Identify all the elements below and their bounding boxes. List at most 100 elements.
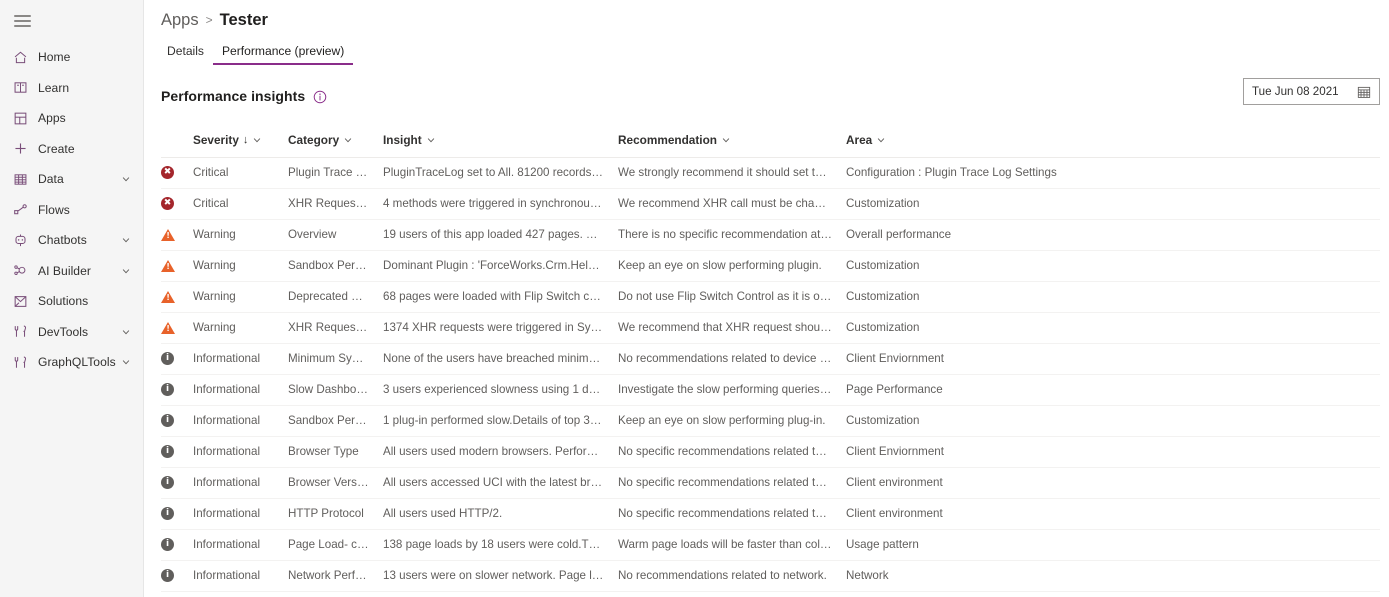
cell-severity: Informational xyxy=(193,560,288,592)
cell-severity: Informational xyxy=(193,498,288,530)
sidebar-item-create[interactable]: Create xyxy=(0,134,143,165)
cell-text: Usage pattern xyxy=(846,538,919,551)
column-header-severity[interactable]: Severity ↓ xyxy=(193,124,288,158)
table-row[interactable]: Warning XHR Request-Sync...1374 XHR reque… xyxy=(161,312,1380,344)
sidebar: Home Learn Apps Create Data Flows Chatbots AI B… xyxy=(0,0,144,597)
table-row[interactable]: i Informational Browser Version All users a… xyxy=(161,467,1380,499)
hamburger-menu-button[interactable] xyxy=(0,6,44,36)
sidebar-item-label: Apps xyxy=(38,111,66,126)
table-row[interactable]: i Informational Sandbox Performa...1 plug-… xyxy=(161,405,1380,437)
sidebar-item-label: Create xyxy=(38,141,75,156)
cell-text: Informational xyxy=(193,414,261,427)
cell-severity: Informational xyxy=(193,374,288,406)
column-header-area[interactable]: Area xyxy=(846,124,1380,158)
table-row[interactable]: Warning Overview 19 users of this app load… xyxy=(161,219,1380,251)
sidebar-item-devtools[interactable]: DevTools xyxy=(0,317,143,348)
cell-insight: 13 users were on slower network. Page lo… xyxy=(383,560,618,592)
info-circle-icon: i xyxy=(161,538,174,551)
chevron-down-icon[interactable] xyxy=(121,235,131,245)
column-menu-chevron-icon[interactable] xyxy=(721,135,731,145)
severity-icon-cell: i xyxy=(161,529,193,561)
table-row[interactable]: Warning Deprecated Controls68 pages were … xyxy=(161,281,1380,313)
tab-details[interactable]: Details xyxy=(158,44,213,65)
cell-text: Warning xyxy=(193,228,236,241)
column-header-label: Category xyxy=(288,133,340,148)
sidebar-item-ai-builder[interactable]: AI Builder xyxy=(0,256,143,287)
cell-text: Customization xyxy=(846,321,920,334)
warning-triangle-icon xyxy=(161,228,175,241)
date-picker[interactable]: Tue Jun 08 2021 xyxy=(1243,78,1380,105)
cell-text: Dominant Plugin : 'ForceWorks.Crm.Help.P… xyxy=(383,259,618,272)
severity-icon-cell: i xyxy=(161,343,193,375)
cell-category: Minimum System ... xyxy=(288,343,383,375)
severity-icon-cell xyxy=(161,312,193,344)
cell-severity: Informational xyxy=(193,467,288,499)
info-circle-icon: i xyxy=(161,352,174,365)
sidebar-item-label: GraphQLTools xyxy=(38,355,116,370)
column-menu-chevron-icon[interactable] xyxy=(876,135,886,145)
severity-icon-cell: ✖ xyxy=(161,157,193,189)
column-menu-chevron-icon[interactable] xyxy=(252,135,262,145)
column-header-recommendation[interactable]: Recommendation xyxy=(618,124,846,158)
column-menu-chevron-icon[interactable] xyxy=(343,135,353,145)
cell-insight: 4 methods were triggered in synchronous … xyxy=(383,188,618,220)
cell-text: Informational xyxy=(193,507,261,520)
cell-insight: 1374 XHR requests were triggered in Sync… xyxy=(383,312,618,344)
sidebar-item-chatbots[interactable]: Chatbots xyxy=(0,225,143,256)
date-picker-value[interactable]: Tue Jun 08 2021 xyxy=(1252,85,1357,98)
table-row[interactable]: i Informational Page Load- cold/w... 138 pa… xyxy=(161,529,1380,561)
cell-text: All users accessed UCI with the latest b… xyxy=(383,476,618,489)
info-circle-icon[interactable] xyxy=(313,90,327,104)
cell-recommendation: No specific recommendations related to b… xyxy=(618,436,846,468)
breadcrumb-apps-link[interactable]: Apps xyxy=(161,11,199,30)
sidebar-item-learn[interactable]: Learn xyxy=(0,73,143,104)
cell-category: Deprecated Controls xyxy=(288,281,383,313)
cell-recommendation: No specific recommendations related to b… xyxy=(618,467,846,499)
sidebar-item-solutions[interactable]: Solutions xyxy=(0,286,143,317)
tab-bar: Details Performance (preview) xyxy=(144,39,1389,65)
table-row[interactable]: i Informational Browser Type All users used… xyxy=(161,436,1380,468)
cell-text: None of the users have breached minimum … xyxy=(383,352,618,365)
cell-text: Investigate the slow performing queries … xyxy=(618,383,846,396)
cell-recommendation: No recommendations related to network. xyxy=(618,560,846,592)
tab-performance-preview[interactable]: Performance (preview) xyxy=(212,44,354,65)
table-row[interactable]: ✖ Critical Plugin Trace Log S...PluginTrac… xyxy=(161,157,1380,189)
table-row[interactable]: Warning Sandbox Performa...Dominant Plugi… xyxy=(161,250,1380,282)
table-header: Severity ↓ Category Insight Recommendation Ar… xyxy=(161,124,1380,158)
column-header-category[interactable]: Category xyxy=(288,124,383,158)
cell-category: Plugin Trace Log S... xyxy=(288,157,383,189)
column-header-insight[interactable]: Insight xyxy=(383,124,618,158)
table-row[interactable]: i Informational HTTP Protocol All users use… xyxy=(161,498,1380,530)
sidebar-item-flows[interactable]: Flows xyxy=(0,195,143,226)
severity-icon-cell: i xyxy=(161,498,193,530)
sidebar-item-graphqltools[interactable]: GraphQLTools xyxy=(0,347,143,378)
calendar-icon[interactable] xyxy=(1357,85,1371,99)
error-circle-icon: ✖ xyxy=(161,197,174,210)
cell-text: 1 plug-in performed slow.Details of top … xyxy=(383,414,618,427)
cell-category: XHR Request-Sync... xyxy=(288,188,383,220)
sidebar-item-apps[interactable]: Apps xyxy=(0,103,143,134)
sidebar-item-home[interactable]: Home xyxy=(0,42,143,73)
cell-text: Informational xyxy=(193,352,261,365)
cell-recommendation: There is no specific recommendation at t… xyxy=(618,219,846,251)
chevron-down-icon[interactable] xyxy=(121,357,131,367)
table-row[interactable]: i Informational Network Performa... 13 user… xyxy=(161,560,1380,592)
sidebar-item-data[interactable]: Data xyxy=(0,164,143,195)
chevron-down-icon[interactable] xyxy=(121,327,131,337)
table-row[interactable]: ✖ Critical XHR Request-Sync...4 methods we… xyxy=(161,188,1380,220)
table-row[interactable]: i Informational Slow Dashboards 3 users exp… xyxy=(161,374,1380,406)
cell-text: XHR Request-Sync... xyxy=(288,321,383,334)
cell-severity: Informational xyxy=(193,405,288,437)
chevron-down-icon[interactable] xyxy=(121,174,131,184)
cell-severity: Warning xyxy=(193,312,288,344)
cell-insight: 19 users of this app loaded 427 pages. T… xyxy=(383,219,618,251)
chevron-down-icon[interactable] xyxy=(121,266,131,276)
cell-text: Client Enviornment xyxy=(846,352,944,365)
column-header-label: Insight xyxy=(383,133,422,148)
column-menu-chevron-icon[interactable] xyxy=(426,135,436,145)
cell-text: 138 page loads by 18 users were cold.The… xyxy=(383,538,618,551)
cell-text: Client environment xyxy=(846,507,943,520)
sort-descending-icon[interactable]: ↓ xyxy=(243,134,249,146)
table-row[interactable]: i Informational Minimum System ... None of … xyxy=(161,343,1380,375)
cell-text: Informational xyxy=(193,538,261,551)
